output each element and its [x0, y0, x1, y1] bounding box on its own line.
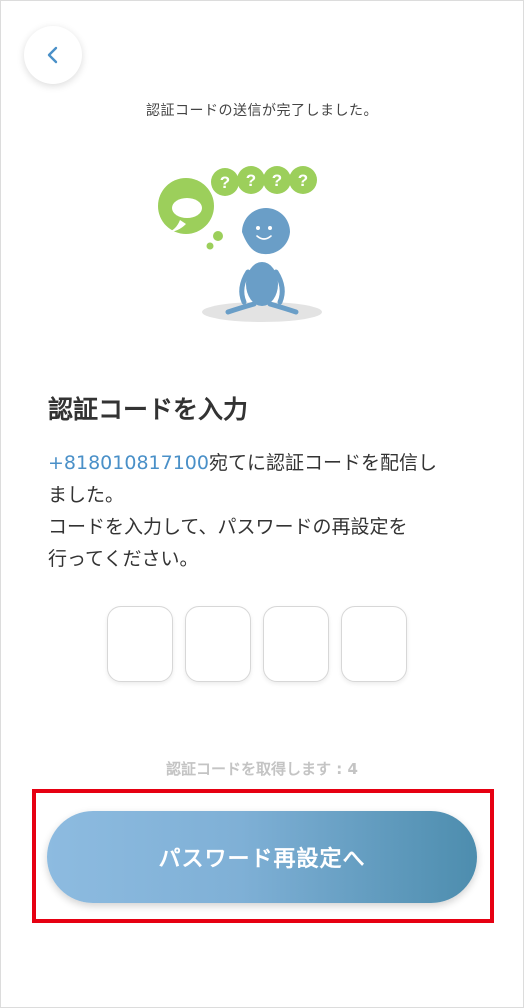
character-head	[242, 208, 290, 255]
instruction-line-1: 宛てに認証コードを配信し	[208, 452, 437, 474]
question-mark: ?	[298, 171, 308, 190]
phone-number: +818010817100	[48, 452, 209, 474]
question-mark: ?	[246, 171, 256, 190]
question-mark: ?	[220, 173, 230, 192]
verification-code-inputs	[107, 606, 407, 682]
sent-complete-message: 認証コードの送信が完了しました。	[146, 103, 378, 119]
chevron-left-icon	[47, 46, 58, 64]
question-mark: ?	[272, 171, 282, 190]
back-button[interactable]	[24, 26, 82, 84]
character-body	[246, 262, 278, 306]
page-title: 認証コードを入力	[48, 395, 249, 424]
question-bubbles: ? ? ? ?	[211, 166, 317, 196]
thought-dot	[206, 242, 214, 250]
reset-password-button[interactable]: パスワード再設定へ	[47, 811, 477, 903]
code-digit-2[interactable]	[185, 606, 251, 682]
resend-code-countdown: 認証コードを取得します : 4	[166, 760, 358, 778]
thought-dot	[213, 231, 223, 241]
instruction-line-2: ました。	[48, 484, 125, 506]
code-digit-1[interactable]	[107, 606, 173, 682]
instruction-line-3: コードを入力して、パスワードの再設定を	[48, 516, 408, 538]
instruction-text: +818010817100宛てに認証コードを配信しました。コードを入力して、パス…	[48, 447, 488, 575]
instruction-line-4: 行ってください。	[48, 548, 199, 570]
confused-character-illustration: ? ? ? ?	[158, 166, 322, 322]
code-digit-4[interactable]	[341, 606, 407, 682]
code-digit-3[interactable]	[263, 606, 329, 682]
